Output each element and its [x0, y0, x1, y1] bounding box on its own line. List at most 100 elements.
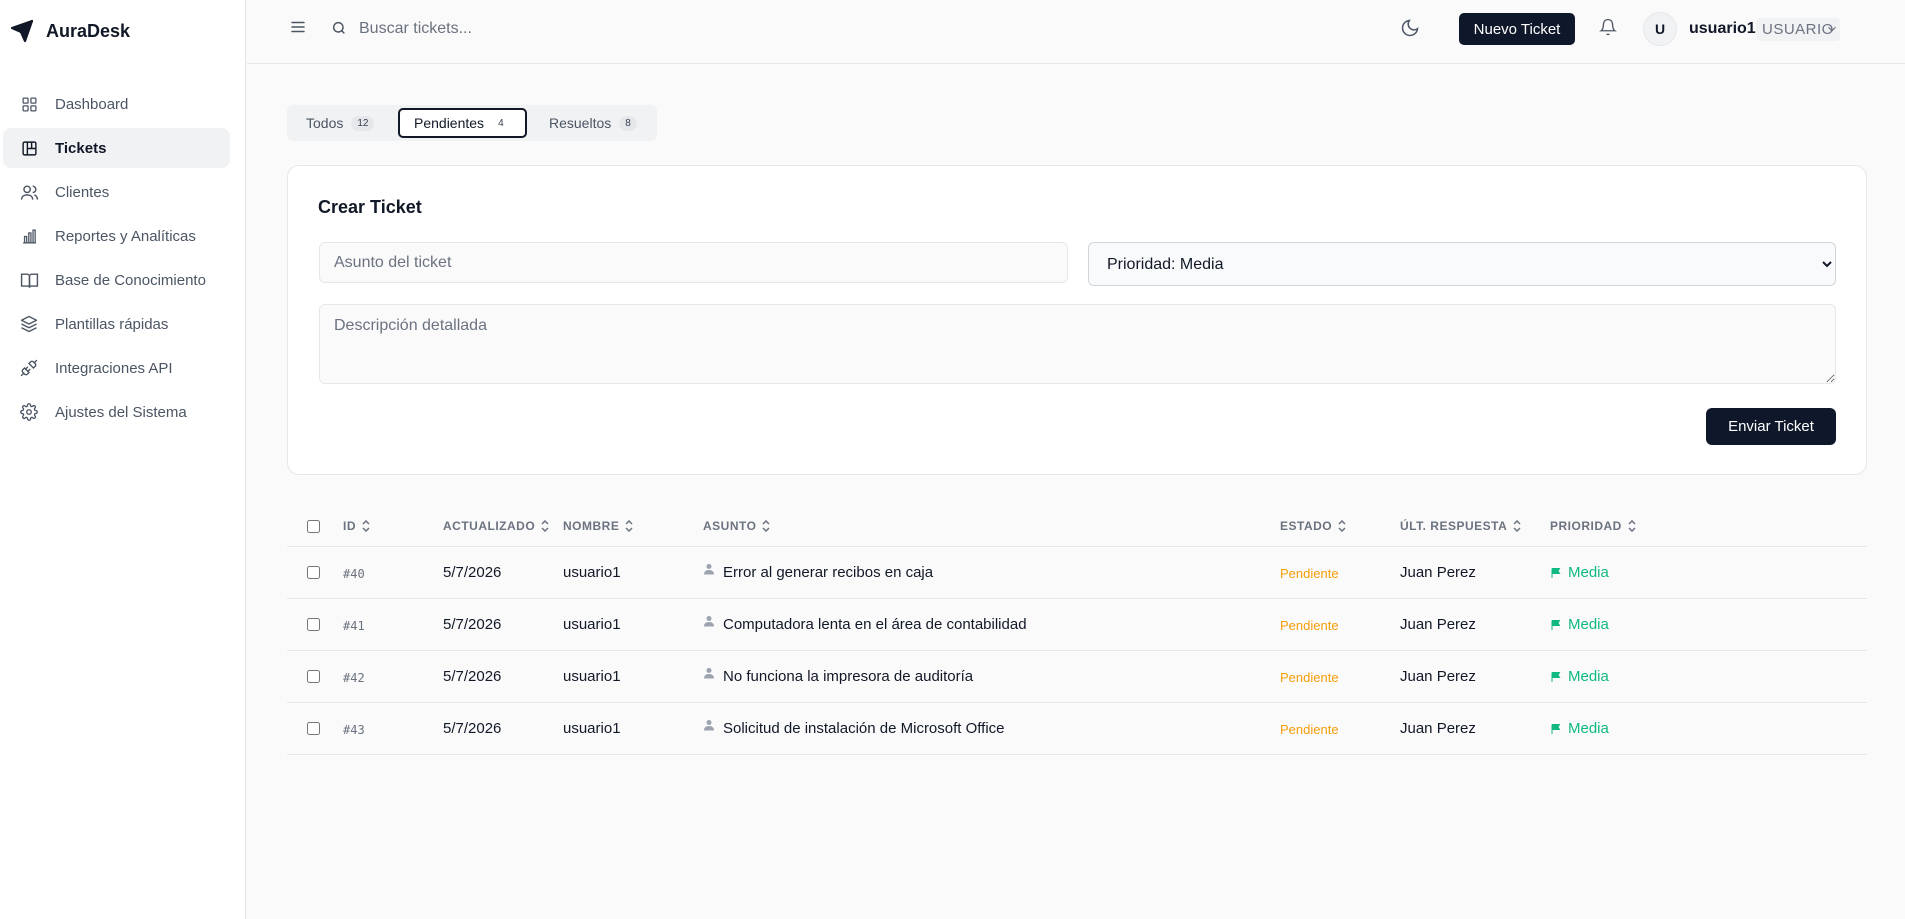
ticket-id[interactable]: #42: [343, 671, 365, 685]
status-badge: Pendiente: [1280, 670, 1339, 685]
avatar[interactable]: U: [1643, 12, 1677, 46]
tab-label: Todos: [306, 115, 344, 131]
tab-todos[interactable]: Todos 12: [294, 108, 386, 138]
sidebar-item-clientes[interactable]: Clientes: [3, 172, 230, 212]
last-reply: Juan Perez: [1400, 720, 1476, 737]
ticket-id[interactable]: #40: [343, 567, 365, 581]
sidebar-item-dashboard[interactable]: Dashboard: [3, 84, 230, 124]
bar-chart-icon: [19, 226, 39, 246]
requester-name: usuario1: [563, 564, 621, 581]
row-checkbox[interactable]: [307, 722, 320, 735]
ticket-subject[interactable]: Error al generar recibos en caja: [703, 563, 934, 581]
row-checkbox[interactable]: [307, 566, 320, 579]
table-row[interactable]: #43 5/7/2026 usuario1 Solicitud de insta…: [287, 703, 1867, 755]
tab-count: 4: [492, 115, 510, 131]
priority-text: Media: [1568, 720, 1609, 737]
column-label: ID: [343, 519, 356, 533]
updated-date: 5/7/2026: [443, 616, 502, 633]
grid-icon: [19, 94, 39, 114]
priority-select[interactable]: Prioridad: Media: [1088, 242, 1836, 286]
status-badge: Pendiente: [1280, 722, 1339, 737]
tickets-table: ID ACTUALIZADO NOMBRE ASUNTO ESTADO ÚLT.…: [287, 506, 1867, 755]
gear-icon: [19, 402, 39, 422]
sidebar-item-reportes[interactable]: Reportes y Analíticas: [3, 216, 230, 256]
submit-ticket-button[interactable]: Enviar Ticket: [1706, 408, 1836, 445]
sort-icon: [1338, 520, 1346, 532]
subject-text: Computadora lenta en el área de contabil…: [723, 616, 1027, 633]
layers-icon: [19, 314, 39, 334]
tab-pendientes[interactable]: Pendientes 4: [398, 108, 527, 138]
chevron-down-icon[interactable]: [1825, 22, 1839, 36]
row-checkbox[interactable]: [307, 670, 320, 683]
column-header-asunto[interactable]: ASUNTO: [703, 519, 770, 533]
sort-icon: [541, 520, 549, 532]
sidebar-item-label: Integraciones API: [55, 359, 173, 377]
tab-resueltos[interactable]: Resueltos 8: [537, 108, 649, 138]
sidebar-item-label: Clientes: [55, 183, 110, 201]
sidebar-item-tickets[interactable]: Tickets: [3, 128, 230, 168]
top-header: Nuevo Ticket U usuario1 USUARIO: [247, 0, 1905, 64]
subject-text: Solicitud de instalación de Microsoft Of…: [723, 720, 1005, 737]
updated-date: 5/7/2026: [443, 720, 502, 737]
column-label: NOMBRE: [563, 519, 620, 533]
column-label: ASUNTO: [703, 519, 757, 533]
ticket-subject[interactable]: Solicitud de instalación de Microsoft Of…: [703, 719, 1005, 737]
search-input[interactable]: [359, 16, 859, 42]
new-ticket-button[interactable]: Nuevo Ticket: [1459, 13, 1575, 45]
column-label: PRIORIDAD: [1550, 519, 1622, 533]
table-row[interactable]: #40 5/7/2026 usuario1 Error al generar r…: [287, 547, 1867, 599]
row-checkbox[interactable]: [307, 618, 320, 631]
priority-text: Media: [1568, 564, 1609, 581]
sidebar-item-label: Plantillas rápidas: [55, 315, 169, 333]
description-textarea[interactable]: [319, 304, 1836, 384]
sidebar-item-conocimiento[interactable]: Base de Conocimiento: [3, 260, 230, 300]
kanban-icon: [19, 138, 39, 158]
sidebar-item-label: Dashboard: [55, 95, 129, 113]
table-row[interactable]: #41 5/7/2026 usuario1 Computadora lenta …: [287, 599, 1867, 651]
column-header-estado[interactable]: ESTADO: [1280, 519, 1346, 533]
tab-count: 12: [351, 115, 375, 131]
tab-label: Resueltos: [549, 115, 612, 131]
updated-date: 5/7/2026: [443, 564, 502, 581]
user-icon: [703, 719, 715, 731]
sidebar-item-integraciones[interactable]: Integraciones API: [3, 348, 230, 388]
sidebar-item-label: Tickets: [55, 139, 107, 157]
user-icon: [703, 615, 715, 627]
requester-name: usuario1: [563, 668, 621, 685]
user-icon: [703, 563, 715, 575]
column-header-prioridad[interactable]: PRIORIDAD: [1550, 519, 1636, 533]
brand[interactable]: AuraDesk: [0, 0, 245, 62]
sort-icon: [625, 520, 633, 532]
menu-icon[interactable]: [289, 18, 311, 40]
user-icon: [703, 667, 715, 679]
column-header-id[interactable]: ID: [343, 519, 370, 533]
sort-icon: [1628, 520, 1636, 532]
ticket-tabs: Todos 12 Pendientes 4 Resueltos 8: [287, 105, 657, 141]
username[interactable]: usuario1: [1689, 20, 1756, 38]
priority-text: Media: [1568, 616, 1609, 633]
ticket-id[interactable]: #41: [343, 619, 365, 633]
last-reply: Juan Perez: [1400, 668, 1476, 685]
select-all-checkbox[interactable]: [307, 520, 320, 533]
column-label: ACTUALIZADO: [443, 519, 536, 533]
column-header-ultima-respuesta[interactable]: ÚLT. RESPUESTA: [1400, 519, 1521, 533]
column-header-actualizado[interactable]: ACTUALIZADO: [443, 519, 549, 533]
column-label: ÚLT. RESPUESTA: [1400, 519, 1508, 533]
subject-input[interactable]: [319, 242, 1068, 283]
table-row[interactable]: #42 5/7/2026 usuario1 No funciona la imp…: [287, 651, 1867, 703]
moon-icon[interactable]: [1400, 18, 1420, 38]
column-header-nombre[interactable]: NOMBRE: [563, 519, 633, 533]
ticket-subject[interactable]: No funciona la impresora de auditoría: [703, 667, 974, 685]
plug-icon: [19, 358, 39, 378]
bell-icon[interactable]: [1599, 17, 1617, 37]
sidebar-item-label: Base de Conocimiento: [55, 271, 206, 289]
subject-text: Error al generar recibos en caja: [723, 564, 934, 581]
sidebar-item-plantillas[interactable]: Plantillas rápidas: [3, 304, 230, 344]
requester-name: usuario1: [563, 720, 621, 737]
subject-text: No funciona la impresora de auditoría: [723, 668, 974, 685]
ticket-subject[interactable]: Computadora lenta en el área de contabil…: [703, 615, 1027, 633]
ticket-id[interactable]: #43: [343, 723, 365, 737]
sidebar: AuraDesk Dashboard Tickets Clientes Repo…: [0, 0, 246, 919]
sidebar-item-ajustes[interactable]: Ajustes del Sistema: [3, 392, 230, 432]
users-icon: [19, 182, 39, 202]
